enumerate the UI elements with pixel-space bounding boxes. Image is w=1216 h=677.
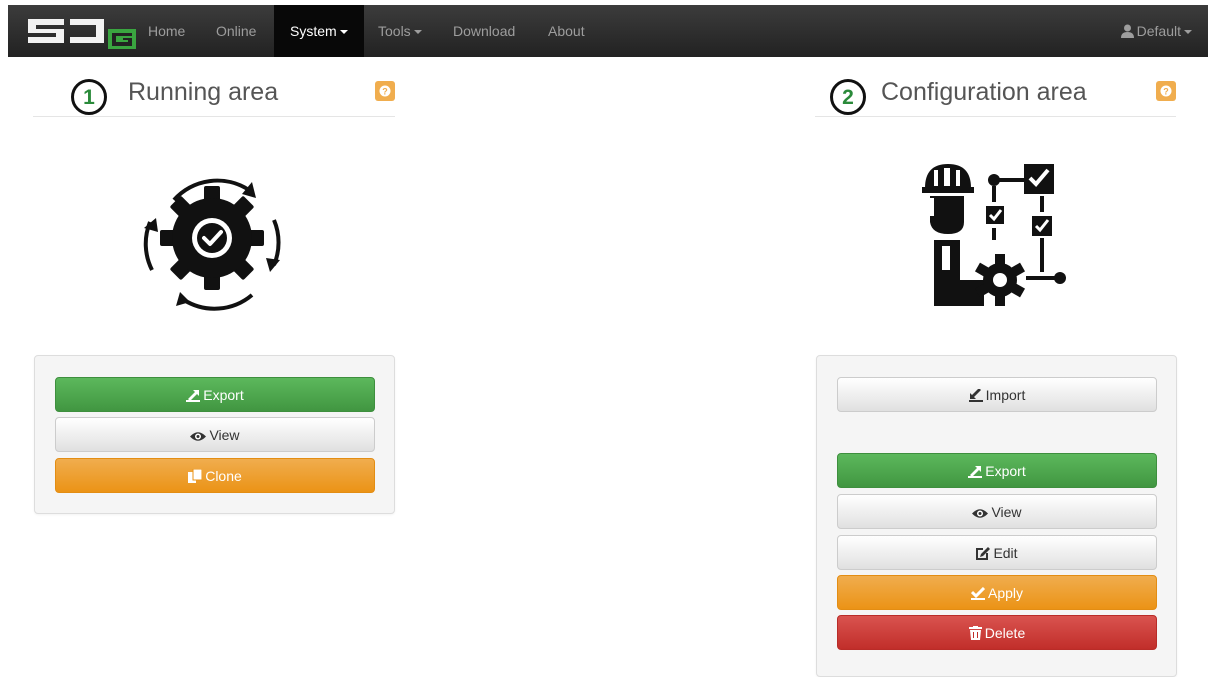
nav-tools-label: Tools (378, 23, 411, 39)
configuration-area-header: 2 Configuration area ? (815, 70, 1176, 117)
trash-icon (968, 626, 982, 640)
nav-system[interactable]: System (274, 5, 364, 57)
step-number-1: 1 (71, 79, 107, 115)
configuration-export-label: Export (985, 463, 1026, 479)
help-icon[interactable]: ? (375, 81, 395, 101)
caret-down-icon (339, 30, 348, 35)
edit-icon (976, 547, 991, 560)
apply-icon (970, 586, 986, 600)
step-number-2: 2 (830, 79, 866, 115)
nav-download[interactable]: Download (453, 5, 515, 57)
running-actions-panel: Export View Clone (34, 355, 395, 514)
running-clone-label: Clone (205, 468, 242, 484)
configuration-area-title: Configuration area (881, 78, 1087, 106)
help-icon[interactable]: ? (1156, 81, 1176, 101)
sdg-logo[interactable] (26, 13, 138, 51)
nav-home[interactable]: Home (148, 5, 185, 57)
configuration-export-button[interactable]: Export (837, 453, 1157, 488)
caret-down-icon (413, 30, 422, 35)
configuration-view-button[interactable]: View (837, 494, 1157, 529)
export-icon (968, 466, 983, 478)
configuration-apply-label: Apply (987, 585, 1024, 601)
user-menu-label: Default (1136, 23, 1181, 39)
user-menu[interactable]: Default (1120, 5, 1192, 57)
export-icon (186, 390, 201, 402)
nav-tools[interactable]: Tools (378, 5, 422, 57)
eye-icon (972, 509, 989, 518)
configuration-delete-button[interactable]: Delete (837, 615, 1157, 650)
caret-down-icon (1184, 30, 1192, 35)
eye-icon (190, 432, 207, 441)
configuration-edit-label: Edit (993, 545, 1018, 561)
nav-system-label: System (290, 23, 337, 39)
configuration-actions-panel: Import Export View Edit Apply Delete (816, 355, 1177, 677)
running-export-button[interactable]: Export (55, 377, 375, 412)
running-view-button[interactable]: View (55, 417, 375, 452)
configuration-import-button[interactable]: Import (837, 377, 1157, 412)
top-navbar: Home Online System Tools Download About … (8, 5, 1208, 57)
configuration-edit-button[interactable]: Edit (837, 535, 1157, 570)
engineer-workflow-icon (922, 164, 1066, 306)
running-export-label: Export (203, 387, 244, 403)
svg-text:?: ? (382, 87, 388, 97)
running-view-label: View (209, 427, 240, 443)
configuration-import-label: Import (985, 387, 1026, 403)
gear-cycle-icon (143, 178, 281, 311)
nav-online[interactable]: Online (216, 5, 256, 57)
import-icon (968, 388, 983, 402)
clone-icon (188, 468, 203, 483)
user-icon (1120, 24, 1134, 38)
configuration-apply-button[interactable]: Apply (837, 575, 1157, 610)
svg-text:?: ? (1163, 87, 1169, 97)
configuration-view-label: View (991, 504, 1022, 520)
configuration-delete-label: Delete (984, 625, 1026, 641)
nav-about[interactable]: About (548, 5, 585, 57)
running-clone-button[interactable]: Clone (55, 458, 375, 493)
running-area-title: Running area (128, 78, 279, 106)
running-area-header: 1 Running area ? (33, 70, 395, 117)
